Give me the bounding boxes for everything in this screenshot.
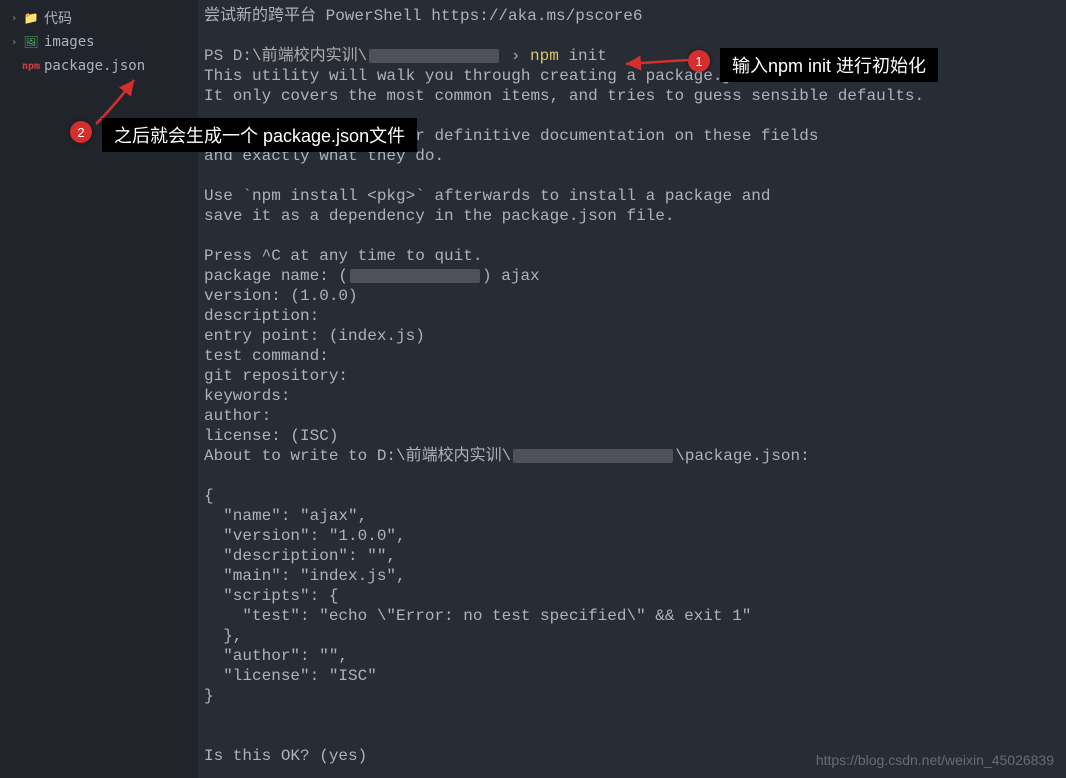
terminal-line: git repository: [204, 366, 1066, 386]
tree-label: images [44, 34, 95, 50]
tree-item-images-folder[interactable]: › 🖼 images [0, 30, 198, 54]
terminal-line: keywords: [204, 386, 1066, 406]
terminal-line: Press ^C at any time to quit. [204, 246, 1066, 266]
terminal-line: } [204, 686, 1066, 706]
terminal-line [204, 726, 1066, 746]
terminal-line: "version": "1.0.0", [204, 526, 1066, 546]
tree-item-code-folder[interactable]: › 📁 代码 [0, 6, 198, 30]
terminal-line: About to write to D:\前端校内实训\\package.jso… [204, 446, 1066, 466]
terminal-line: entry point: (index.js) [204, 326, 1066, 346]
npm-file-icon: npm [22, 61, 40, 72]
terminal-line: "author": "", [204, 646, 1066, 666]
terminal-line: }, [204, 626, 1066, 646]
redacted-text [513, 449, 673, 463]
terminal-line: "main": "index.js", [204, 566, 1066, 586]
terminal-line: version: (1.0.0) [204, 286, 1066, 306]
chevron-right-icon: › [6, 13, 22, 24]
terminal-line: save it as a dependency in the package.j… [204, 206, 1066, 226]
terminal-line: "test": "echo \"Error: no test specified… [204, 606, 1066, 626]
tree-label: package.json [44, 58, 145, 74]
terminal-line: test command: [204, 346, 1066, 366]
terminal-line: Use `npm install <pkg>` afterwards to in… [204, 186, 1066, 206]
terminal-line [204, 706, 1066, 726]
watermark-text: https://blog.csdn.net/weixin_45026839 [816, 750, 1054, 770]
chevron-right-icon: › [6, 37, 22, 48]
terminal-line: package name: () ajax [204, 266, 1066, 286]
terminal-line: description: [204, 306, 1066, 326]
annotation-callout: 输入npm init 进行初始化 [720, 48, 938, 82]
tree-label: 代码 [44, 8, 72, 28]
folder-icon: 📁 [22, 11, 40, 25]
image-folder-icon: 🖼 [22, 35, 40, 49]
annotation-arrow-icon [618, 42, 698, 72]
terminal-line: { [204, 486, 1066, 506]
redacted-text [350, 269, 480, 283]
terminal-line: "description": "", [204, 546, 1066, 566]
terminal-line [204, 466, 1066, 486]
terminal-line: "name": "ajax", [204, 506, 1066, 526]
redacted-text [369, 49, 499, 63]
terminal-line: 尝试新的跨平台 PowerShell https://aka.ms/pscore… [204, 6, 1066, 26]
terminal-line: license: (ISC) [204, 426, 1066, 446]
terminal-line: It only covers the most common items, an… [204, 86, 1066, 106]
terminal-line: author: [204, 406, 1066, 426]
terminal-panel[interactable]: 尝试新的跨平台 PowerShell https://aka.ms/pscore… [198, 0, 1066, 778]
annotation-callout: 之后就会生成一个 package.json文件 [102, 118, 417, 152]
terminal-line: "license": "ISC" [204, 666, 1066, 686]
terminal-line: "scripts": { [204, 586, 1066, 606]
terminal-line [204, 166, 1066, 186]
terminal-line [204, 226, 1066, 246]
